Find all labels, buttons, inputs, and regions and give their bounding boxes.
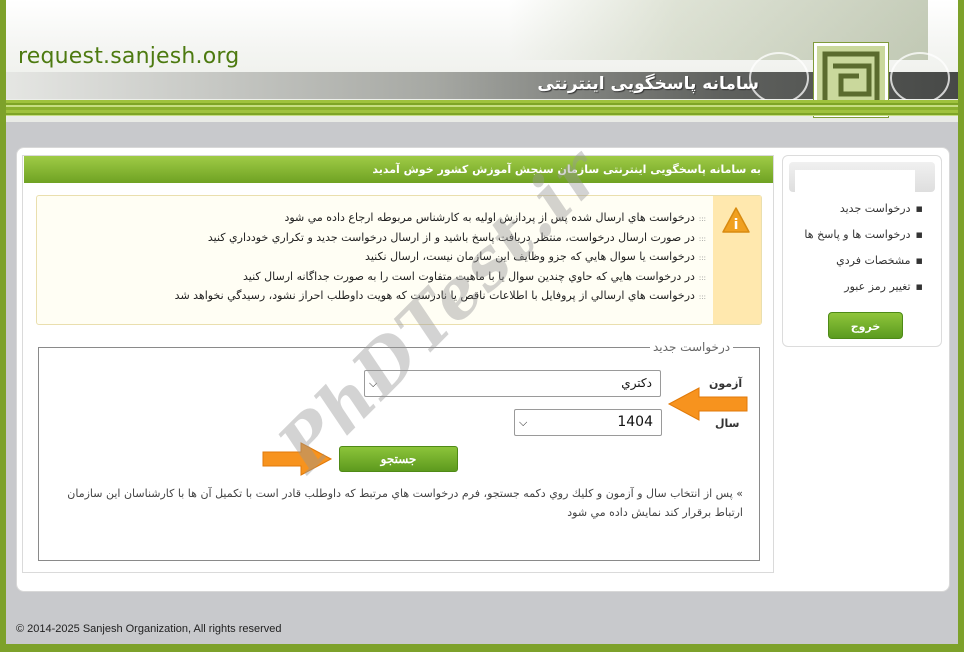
bullet-icon: ::: xyxy=(698,254,707,262)
ornament-right xyxy=(890,52,950,104)
year-select[interactable]: 1404 ⌵ xyxy=(514,409,662,436)
copyright: © 2014-2025 Sanjesh Organization, All ri… xyxy=(16,623,282,635)
sidebar-item-change-password[interactable]: تغيير رمز عبور xyxy=(804,280,923,295)
bullet-icon: ::: xyxy=(698,234,707,243)
page-border-left xyxy=(0,122,6,652)
fieldset-legend: درخواست جديد xyxy=(650,340,734,354)
arrow-right-icon xyxy=(262,442,333,476)
search-button[interactable]: جستجو xyxy=(339,446,458,472)
header-green-band xyxy=(6,100,958,116)
notice-item: :::درخواست هاي ارسال شده پس از پردازش او… xyxy=(284,211,707,224)
chevron-down-icon: ⌵ xyxy=(369,377,378,390)
welcome-bar: به سامانه پاسخگویی اینترنتی سازمان سنجش … xyxy=(24,156,773,183)
sidebar: درخواست جدید درخواست ها و پاسخ ها مشخصات… xyxy=(782,155,942,347)
notice-box: i :::درخواست هاي ارسال شده پس از پردازش … xyxy=(36,195,762,325)
bullet-icon: ::: xyxy=(698,215,707,223)
footer-border xyxy=(6,644,958,652)
sidebar-item-new-request[interactable]: درخواست جدید xyxy=(804,202,923,217)
site-name: request.sanjesh.org xyxy=(18,44,240,69)
year-select-value: 1404 xyxy=(617,414,653,430)
arrow-left-icon xyxy=(667,387,748,421)
page-border-right xyxy=(958,122,964,652)
exam-select[interactable]: دكتري ⌵ xyxy=(364,370,661,397)
sidebar-item-requests-answers[interactable]: درخواست ها و پاسخ ها xyxy=(804,228,923,243)
svg-text:i: i xyxy=(734,217,739,233)
notice-icon-column: i xyxy=(713,196,761,324)
sidebar-header-inner xyxy=(795,170,915,194)
notice-list: :::درخواست هاي ارسال شده پس از پردازش او… xyxy=(174,208,707,306)
logout-button[interactable]: خروج xyxy=(828,312,903,339)
notice-item: :::درخواست يا سوال هايي كه جزو وظايف اين… xyxy=(365,250,707,263)
chevron-down-icon: ⌵ xyxy=(519,416,528,429)
exam-select-value: دكتري xyxy=(621,376,652,390)
notice-item: :::در درخواست هايي كه حاوي چندين سوال يا… xyxy=(243,269,707,283)
system-title: سامانه پاسخگویی اینترنتی xyxy=(537,74,759,94)
bullet-icon: ::: xyxy=(698,293,707,301)
sidebar-item-profile[interactable]: مشخصات فردي xyxy=(804,254,923,269)
notice-item: :::در صورت ارسال درخواست، منتظر دريافت پ… xyxy=(207,230,707,244)
sidebar-menu: درخواست جدید درخواست ها و پاسخ ها مشخصات… xyxy=(804,202,923,306)
warning-icon: i xyxy=(722,207,750,233)
form-hint: » پس از انتخاب سال و آزمون و كليك روي دك… xyxy=(67,487,743,519)
notice-item: :::درخواست هاي ارسالي از پروفايل با اطلا… xyxy=(174,289,707,302)
ornament-left xyxy=(749,52,809,104)
bullet-icon: ::: xyxy=(698,273,707,282)
